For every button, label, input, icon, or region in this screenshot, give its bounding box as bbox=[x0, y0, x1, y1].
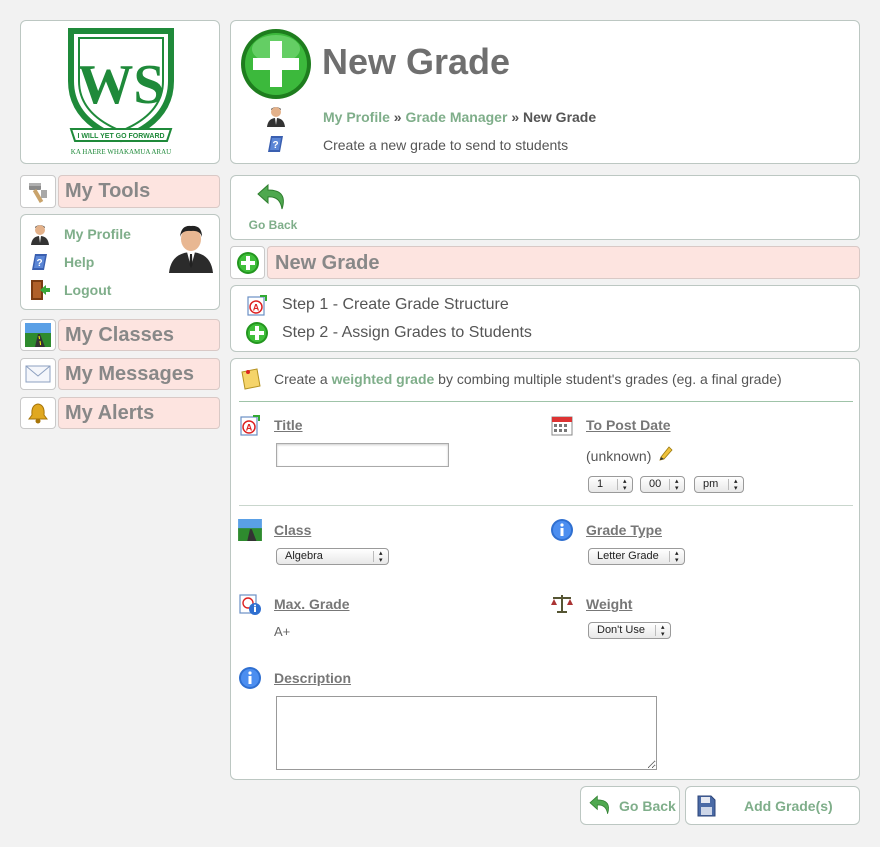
add-grades-button[interactable]: Add Grade(s) bbox=[685, 786, 860, 825]
footer-go-back-label: Go Back bbox=[619, 798, 676, 814]
divider bbox=[239, 401, 853, 402]
grade-a-icon: A bbox=[247, 295, 267, 316]
my-tools-label: My Tools bbox=[65, 180, 151, 202]
profile-links-box: My Profile ? Help Logout bbox=[20, 214, 220, 310]
messages-icon-box bbox=[20, 358, 56, 390]
tools-icon-box bbox=[20, 175, 56, 208]
user-icon bbox=[31, 225, 49, 245]
avatar bbox=[169, 225, 213, 273]
sidebar-my-tools-header[interactable]: My Tools bbox=[58, 175, 220, 208]
max-grade-value: A+ bbox=[274, 624, 291, 639]
ampm-select[interactable]: pm bbox=[694, 476, 744, 493]
step-2[interactable]: Step 2 - Assign Grades to Students bbox=[282, 324, 532, 342]
post-date-label: To Post Date bbox=[586, 417, 671, 433]
breadcrumb-separator: » bbox=[393, 109, 402, 125]
new-grade-plus-icon bbox=[241, 29, 311, 99]
breadcrumb-my-profile[interactable]: My Profile bbox=[323, 109, 390, 125]
help-book-icon: ? bbox=[32, 254, 47, 270]
note-icon bbox=[241, 368, 261, 390]
section-icon-box bbox=[230, 246, 265, 279]
post-date-value: (unknown) bbox=[586, 448, 652, 464]
page-header: New Grade My Profile » Grade Manager » N… bbox=[230, 20, 860, 164]
grade-form: Create a weighted grade by combing multi… bbox=[230, 358, 860, 780]
save-disk-icon bbox=[697, 795, 716, 817]
info-icon bbox=[239, 667, 261, 689]
title-label: Title bbox=[274, 417, 303, 433]
logo-motto-ribbon: I WILL YET GO FORWARD bbox=[77, 133, 164, 140]
section-title: New Grade bbox=[275, 252, 380, 274]
svg-text:?: ? bbox=[36, 258, 42, 269]
sidebar-link-my-profile[interactable]: My Profile bbox=[64, 226, 131, 242]
title-input[interactable] bbox=[276, 443, 449, 467]
info-icon bbox=[551, 519, 573, 541]
breadcrumb-separator: » bbox=[511, 109, 520, 125]
breadcrumb-current: New Grade bbox=[523, 109, 597, 125]
logo-letters: WS bbox=[77, 54, 164, 116]
class-label: Class bbox=[274, 522, 312, 538]
sidebar-link-logout[interactable]: Logout bbox=[64, 282, 111, 298]
section-title-bar: New Grade bbox=[267, 246, 860, 279]
description-textarea[interactable] bbox=[276, 696, 657, 770]
envelope-icon bbox=[25, 365, 51, 383]
weight-label: Weight bbox=[586, 596, 633, 612]
class-select[interactable]: Algebra bbox=[276, 548, 389, 565]
user-icon bbox=[267, 107, 285, 127]
intro-after: by combing multiple student's grades (eg… bbox=[434, 371, 782, 387]
svg-text:?: ? bbox=[272, 140, 278, 151]
scales-icon bbox=[551, 595, 573, 613]
breadcrumb-grade-manager[interactable]: Grade Manager bbox=[405, 109, 507, 125]
form-intro: Create a weighted grade by combing multi… bbox=[274, 371, 782, 387]
logo-motto-bottom: KA HAERE WHAKAMUA ARAU bbox=[71, 148, 171, 156]
logout-door-icon bbox=[31, 280, 50, 300]
go-back-arrow-icon bbox=[257, 183, 284, 210]
toolbar-go-back-button[interactable]: Go Back bbox=[243, 182, 303, 236]
hour-select[interactable]: 1 bbox=[588, 476, 633, 493]
grade-a-icon: A bbox=[240, 415, 260, 436]
add-grades-label: Add Grade(s) bbox=[744, 798, 833, 814]
grade-info-icon bbox=[239, 594, 261, 615]
divider bbox=[239, 505, 853, 506]
weight-select[interactable]: Don't Use bbox=[588, 622, 671, 639]
classes-road-icon bbox=[238, 519, 262, 541]
calendar-icon bbox=[551, 416, 573, 436]
alerts-icon-box bbox=[20, 397, 56, 429]
classes-icon-box bbox=[20, 319, 56, 351]
description-label: Description bbox=[274, 670, 352, 686]
sidebar-my-messages[interactable]: My Messages bbox=[58, 358, 220, 390]
green-plus-icon bbox=[236, 251, 259, 274]
my-messages-label: My Messages bbox=[65, 363, 194, 385]
my-alerts-label: My Alerts bbox=[65, 402, 155, 424]
go-back-label: Go Back bbox=[248, 218, 298, 232]
sidebar-my-classes[interactable]: My Classes bbox=[58, 319, 220, 351]
page-description: Create a new grade to send to students bbox=[323, 137, 569, 153]
max-grade-label: Max. Grade bbox=[274, 596, 350, 612]
intro-before: Create a bbox=[274, 371, 332, 387]
classes-road-icon bbox=[25, 323, 51, 347]
go-back-arrow-icon bbox=[589, 795, 609, 814]
breadcrumb: My Profile » Grade Manager » New Grade bbox=[323, 109, 596, 125]
toolbar: Go Back bbox=[230, 175, 860, 240]
svg-text:A: A bbox=[253, 303, 260, 313]
grade-type-select[interactable]: Letter Grade bbox=[588, 548, 685, 565]
pencil-edit-icon[interactable] bbox=[658, 445, 674, 461]
step-1[interactable]: Step 1 - Create Grade Structure bbox=[282, 296, 509, 314]
footer-go-back-button[interactable]: Go Back bbox=[580, 786, 680, 825]
bell-icon bbox=[28, 403, 48, 424]
minute-select[interactable]: 00 bbox=[640, 476, 685, 493]
page-title: New Grade bbox=[322, 41, 511, 82]
green-plus-icon bbox=[246, 322, 268, 344]
grade-type-label: Grade Type bbox=[586, 522, 662, 538]
svg-text:A: A bbox=[246, 423, 253, 433]
my-classes-label: My Classes bbox=[65, 324, 174, 346]
sidebar-link-help[interactable]: Help bbox=[64, 254, 94, 270]
weighted-grade-link[interactable]: weighted grade bbox=[332, 371, 435, 387]
school-logo-box: WS I WILL YET GO FORWARD KA HAERE WHAKAM… bbox=[20, 20, 220, 164]
help-book-icon: ? bbox=[268, 136, 283, 152]
steps-box: A Step 1 - Create Grade Structure Step 2… bbox=[230, 285, 860, 352]
sidebar-my-alerts[interactable]: My Alerts bbox=[58, 397, 220, 429]
school-crest-logo: WS I WILL YET GO FORWARD KA HAERE WHAKAM… bbox=[68, 28, 174, 156]
hammer-tools-icon bbox=[29, 182, 47, 203]
